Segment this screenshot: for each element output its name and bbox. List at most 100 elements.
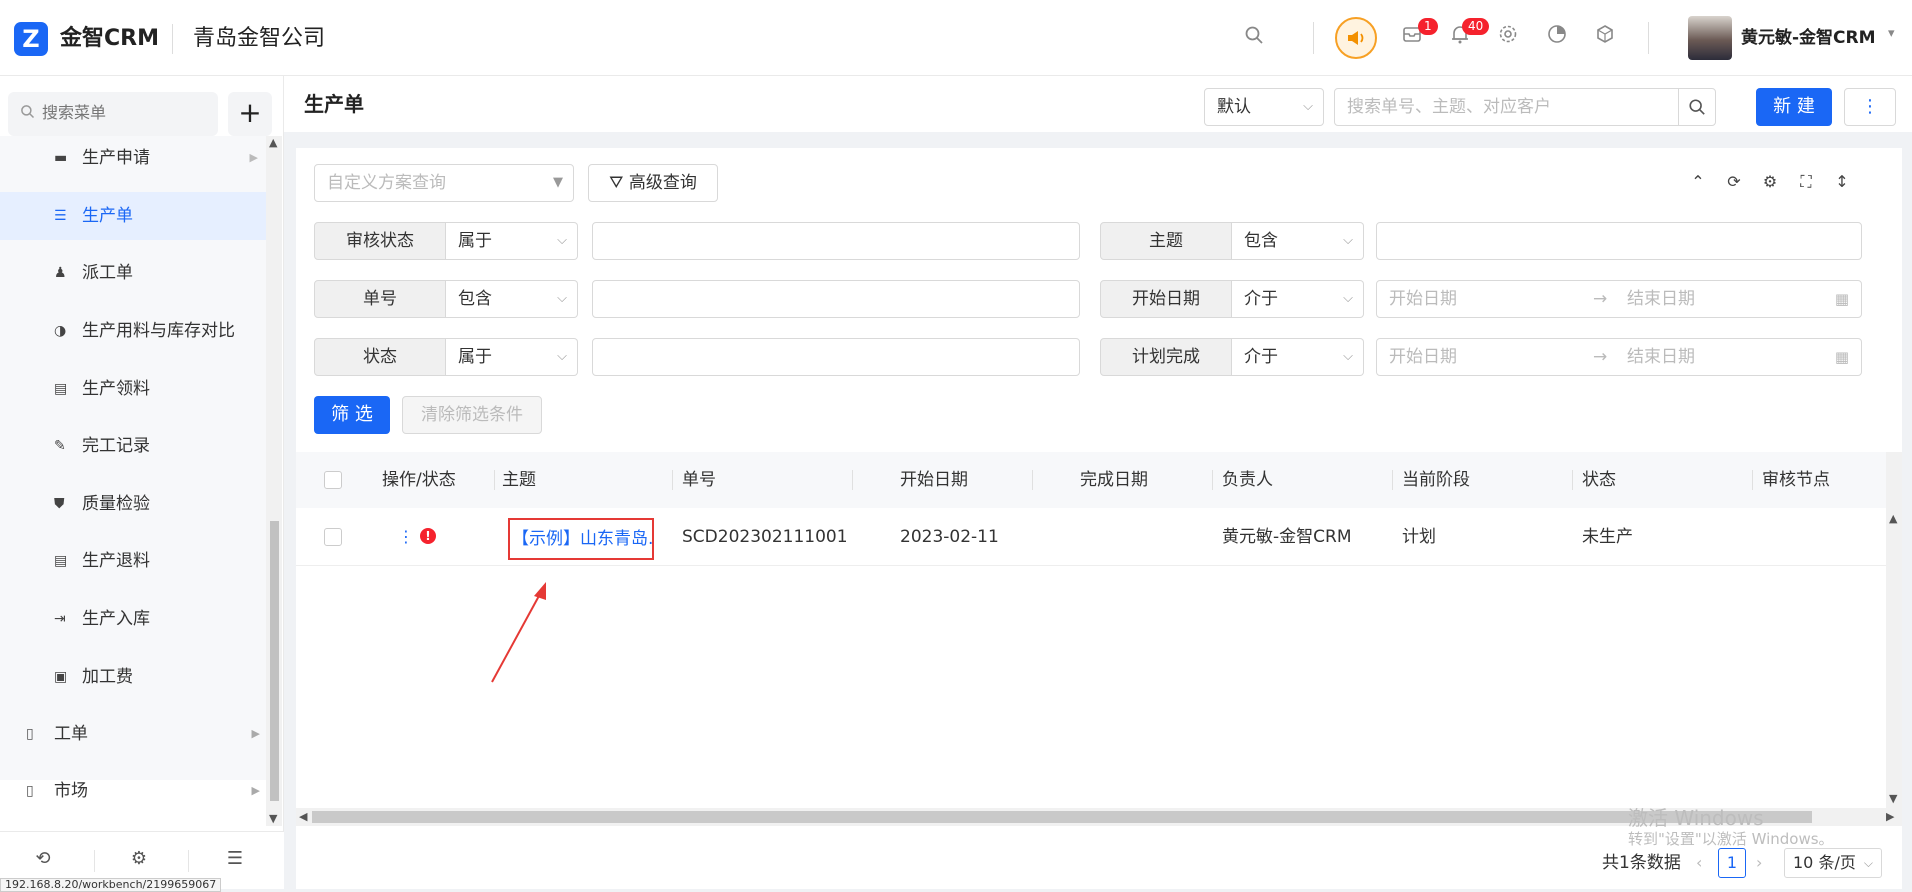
sidebar-item-processing-fee[interactable]: ▣ 加工费 [0, 653, 266, 701]
sidebar-item-production-request[interactable]: ▬ 生产申请 ▶ [0, 134, 266, 182]
filter-op-value: 属于 [458, 347, 492, 367]
filter-daterange-planned-finish[interactable]: 开始日期 → 结束日期 ▦ [1376, 338, 1862, 376]
scheme-select[interactable]: 自定义方案查询 ▼ [314, 164, 574, 202]
cell-start-date: 2023-02-11 [900, 527, 999, 547]
brand-logo[interactable]: Z [14, 22, 48, 56]
filter-op-subject[interactable]: 包含 ⌵ [1232, 222, 1364, 260]
sidebar-item-material-compare[interactable]: ◑ 生产用料与库存对比 [0, 307, 266, 355]
sidebar-item-tickets[interactable]: ▯ 工单 ▶ [0, 710, 266, 758]
subject-link[interactable]: 【示例】山东青岛... [508, 518, 654, 560]
filter-op-planned-finish[interactable]: 介于 ⌵ [1232, 338, 1364, 376]
sidebar-item-completion-record[interactable]: ✎ 完工记录 [0, 422, 266, 470]
top-bar: Z 金智CRM 青岛金智公司 1 40 黄元敏-金智CRM ▾ [0, 0, 1912, 76]
company-name[interactable]: 青岛金智公司 [193, 22, 325, 56]
speaker-icon[interactable] [1335, 17, 1377, 59]
add-menu-button[interactable]: + [228, 92, 272, 136]
prev-page-icon[interactable]: ‹ [1696, 848, 1702, 878]
sidebar-item-material-return[interactable]: ▤ 生产退料 [0, 537, 266, 585]
view-select[interactable]: 默认 ⌵ [1204, 88, 1324, 126]
filter-op-audit-status[interactable]: 属于 ⌵ [446, 222, 578, 260]
scroll-right-icon[interactable]: ▶ [1886, 810, 1894, 823]
filter-input-subject[interactable] [1376, 222, 1862, 260]
filter-input-status[interactable] [592, 338, 1080, 376]
filter-label-number: 单号 [314, 280, 446, 318]
sidebar-item-production-inbound[interactable]: ⇥ 生产入库 [0, 595, 266, 643]
collapse-menu-icon[interactable]: ☰ [220, 848, 250, 869]
filter-op-status[interactable]: 属于 ⌵ [446, 338, 578, 376]
table-row[interactable]: ⋮ ! 【示例】山东青岛... SCD202302111001 2023-02-… [296, 508, 1886, 566]
column-header-start-date[interactable]: 开始日期 [900, 452, 968, 508]
avatar[interactable] [1688, 16, 1732, 60]
column-header-number[interactable]: 单号 [682, 452, 716, 508]
new-button[interactable]: 新 建 [1756, 88, 1832, 126]
advanced-query-label: 高级查询 [628, 173, 697, 193]
filter-button[interactable]: 筛 选 [314, 396, 390, 434]
column-header-owner[interactable]: 负责人 [1222, 452, 1273, 508]
row-height-icon[interactable]: ↕ [1830, 172, 1854, 191]
search-button[interactable] [1678, 88, 1716, 126]
scroll-up-icon[interactable]: ▲ [269, 136, 277, 149]
filter-input-number[interactable] [592, 280, 1080, 318]
caret-down-icon: ▼ [553, 175, 563, 190]
advanced-query-button[interactable]: ⛛ 高级查询 [588, 164, 718, 202]
column-header-end-date[interactable]: 完成日期 [1080, 452, 1148, 508]
footer-divider [94, 850, 95, 872]
filter-op-value: 属于 [458, 231, 492, 251]
filter-input-audit-status[interactable] [592, 222, 1080, 260]
select-all-checkbox[interactable] [324, 471, 342, 489]
sidebar-scrollbar[interactable]: ▲ ▼ [266, 136, 282, 826]
row-checkbox[interactable] [324, 528, 342, 546]
column-divider [852, 470, 853, 490]
page-number-button[interactable]: 1 [1718, 848, 1746, 878]
filter-op-number[interactable]: 包含 ⌵ [446, 280, 578, 318]
column-header-actions[interactable]: 操作/状态 [382, 452, 456, 508]
sliders-icon[interactable]: ⚙ [124, 848, 154, 869]
user-name[interactable]: 黄元敏-金智CRM [1741, 24, 1876, 52]
column-header-stage[interactable]: 当前阶段 [1402, 452, 1470, 508]
brand-divider [172, 24, 173, 54]
collapse-up-icon[interactable]: ⌃ [1686, 172, 1710, 191]
fullscreen-icon[interactable]: ⛶ [1794, 172, 1818, 192]
column-header-subject[interactable]: 主题 [502, 452, 536, 508]
pie-chart-icon[interactable] [1541, 22, 1573, 54]
column-header-audit-node[interactable]: 审核节点 [1762, 452, 1830, 508]
shield-icon: ⛊ [54, 496, 65, 512]
chevron-down-icon[interactable]: ▾ [1888, 26, 1895, 41]
total-count: 共1条数据 [1602, 853, 1681, 873]
content-panel: 自定义方案查询 ▼ ⛛ 高级查询 ⌃ ⟳ ⚙ ⛶ ↕ 审核状态 属于 ⌵ 主题 包… [296, 148, 1902, 889]
sidebar-item-production-order[interactable]: ☰ 生产单 [0, 192, 266, 240]
scroll-down-icon[interactable]: ▼ [1889, 792, 1897, 805]
sidebar-item-quality-check[interactable]: ⛊ 质量检验 [0, 480, 266, 528]
scroll-left-icon[interactable]: ◀ [299, 810, 307, 823]
chevron-right-icon: ▶ [249, 151, 258, 164]
sidebar-item-market[interactable]: ▯ 市场 ▶ [0, 767, 266, 815]
next-page-icon[interactable]: › [1756, 848, 1762, 878]
table-vertical-scrollbar[interactable]: ▲ ▼ [1886, 452, 1902, 808]
scroll-down-icon[interactable]: ▼ [269, 812, 277, 825]
filter-op-start-date[interactable]: 介于 ⌵ [1232, 280, 1364, 318]
scrollbar-thumb[interactable] [312, 811, 1812, 823]
sidebar-item-dispatch[interactable]: ♟ 派工单 [0, 249, 266, 297]
windows-watermark-subtitle: 转到"设置"以激活 Windows。 [1628, 830, 1834, 848]
gear-icon[interactable] [1492, 22, 1524, 54]
sidebar-item-label: 生产退料 [82, 551, 150, 571]
search-icon[interactable] [1238, 22, 1270, 54]
worker-icon: ♟ [54, 265, 67, 281]
clear-filter-button[interactable]: 清除筛选条件 [402, 396, 542, 434]
sidebar-item-material-pick[interactable]: ▤ 生产领料 [0, 365, 266, 413]
more-actions-button[interactable]: ⋮ [1844, 88, 1896, 126]
scrollbar-thumb[interactable] [270, 521, 279, 801]
scroll-up-icon[interactable]: ▲ [1889, 512, 1897, 525]
settings-icon[interactable]: ⚙ [1758, 172, 1782, 191]
cube-icon[interactable] [1589, 22, 1621, 54]
import-icon: ⇥ [54, 611, 66, 627]
filter-daterange-start-date[interactable]: 开始日期 → 结束日期 ▦ [1376, 280, 1862, 318]
refresh-icon[interactable]: ⟳ [1722, 172, 1746, 191]
fee-icon: ▣ [54, 669, 68, 685]
menu-search-input[interactable] [8, 92, 218, 136]
row-more-icon[interactable]: ⋮ [398, 508, 414, 566]
column-header-status[interactable]: 状态 [1582, 452, 1616, 508]
page-size-select[interactable]: 10 条/页 ⌵ [1784, 848, 1882, 878]
history-icon[interactable]: ⟲ [28, 848, 58, 869]
order-search-input[interactable]: 搜索单号、主题、对应客户 [1334, 88, 1686, 126]
